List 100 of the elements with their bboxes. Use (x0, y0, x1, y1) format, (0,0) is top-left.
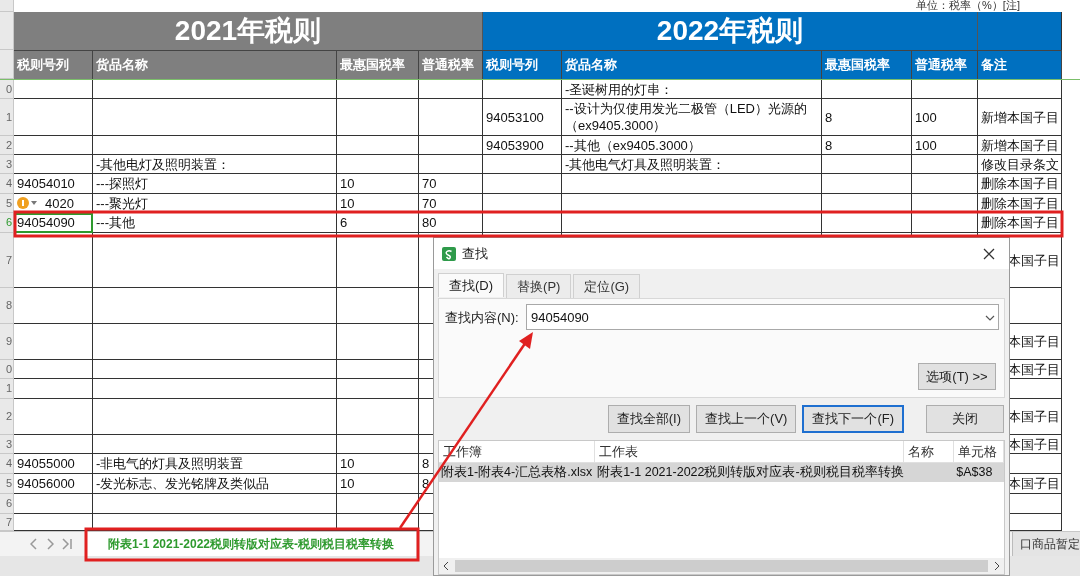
table-cell: 94054010 (14, 174, 93, 194)
scroll-right-icon[interactable] (994, 561, 1000, 571)
table-cell: -其他电灯及照明装置： (93, 155, 337, 174)
column-header: 备注 (978, 50, 1062, 79)
column-header: 普通税率 (419, 50, 483, 79)
dialog-button[interactable]: 关闭 (926, 405, 1004, 433)
row-header[interactable]: 3 (0, 435, 14, 454)
row-header[interactable]: 1 (0, 379, 14, 399)
table-cell: 新增本国子目 (978, 99, 1062, 136)
caret-icon[interactable] (31, 201, 37, 205)
column-header: 税则号列 (483, 50, 562, 79)
dialog-tab[interactable]: 定位(G) (573, 274, 641, 298)
table-cell: 100 (912, 99, 978, 136)
table-cell: 6 (337, 213, 419, 233)
table-cell: 70 (419, 174, 483, 194)
table-cell: -发光标志、发光铭牌及类似品 (93, 474, 337, 494)
row-header[interactable] (0, 12, 14, 50)
column-header: 最惠国税率 (822, 50, 912, 79)
row-header[interactable]: 7 (0, 233, 14, 288)
list-header[interactable]: 名称 (904, 441, 955, 462)
table-cell: 8 (822, 136, 912, 155)
dropdown-icon[interactable] (985, 315, 995, 321)
table-cell: 94053900 (483, 136, 562, 155)
table-cell: 删除本国子目 (978, 174, 1062, 194)
table-cell: 10 (337, 174, 419, 194)
row-header[interactable]: 0 (0, 360, 14, 379)
table-cell (912, 155, 978, 174)
section-title: 2022年税则 (483, 12, 978, 50)
dialog-button[interactable]: 查找上一个(V) (696, 405, 797, 433)
table-cell: 10 (337, 194, 419, 213)
table-cell: 94056000 (14, 474, 93, 494)
list-header[interactable]: 工作表 (595, 441, 905, 462)
result-row[interactable]: 附表1-附表4-汇总表格.xlsx 附表1-1 2021-2022税则转版对应表-税则税目税率转换 $A$38 (439, 463, 1004, 482)
table-cell: 新增本国子目 (978, 136, 1062, 155)
row-header[interactable]: 6 (0, 213, 14, 233)
table-cell (912, 174, 978, 194)
table-cell: ---聚光灯 (93, 194, 337, 213)
column-header: 税则号列 (14, 50, 93, 79)
table-cell (912, 213, 978, 233)
row-header[interactable]: 2 (0, 399, 14, 435)
table-cell: 80 (419, 213, 483, 233)
row-header[interactable]: 9 (0, 324, 14, 360)
previous-sheet-icon[interactable] (30, 538, 38, 550)
table-cell: -圣诞树用的灯串： (562, 80, 822, 99)
row-header[interactable]: 1 (0, 99, 14, 136)
table-cell: ---探照灯 (93, 174, 337, 194)
row-header[interactable] (0, 0, 14, 12)
app-icon (442, 246, 456, 261)
row-header[interactable]: 2 (0, 136, 14, 155)
table-cell: 10 (337, 454, 419, 474)
close-icon[interactable] (983, 247, 995, 260)
list-cell-text: 附表1-1 2021-2022税则转版对应表-税则税目税率转换 (597, 464, 904, 482)
dialog-tab[interactable]: 替换(P) (506, 274, 572, 298)
table-cell (912, 80, 978, 99)
sheet-tab[interactable]: 附表1-1 2021-2022税则转版对应表-税则税目税率转换 (86, 532, 416, 556)
dialog-tab[interactable]: 查找(D) (438, 273, 505, 297)
column-header: 最惠国税率 (337, 50, 419, 79)
row-header[interactable]: 4 (0, 174, 14, 194)
table-cell: 94053100 (483, 99, 562, 136)
dialog-button[interactable]: 查找全部(I) (607, 405, 691, 433)
table-cell: 修改目录条文 (978, 155, 1062, 174)
table-cell: 8 (822, 99, 912, 136)
row-header[interactable]: 5 (0, 194, 14, 213)
scrollbar-thumb[interactable] (455, 560, 988, 572)
table-cell: 10 (337, 474, 419, 494)
dialog-title: 查找 (462, 244, 488, 263)
next-sheet-icon[interactable] (46, 538, 54, 550)
last-sheet-icon[interactable] (62, 538, 72, 550)
table-cell: --设计为仅使用发光二极管（LED）光源的（ex9405.3000） (562, 99, 822, 136)
row-header[interactable]: 4 (0, 454, 14, 474)
table-cell: 100 (912, 136, 978, 155)
column-header: 普通税率 (912, 50, 978, 79)
table-cell: 删除本国子目 (978, 194, 1062, 213)
row-header[interactable]: 6 (0, 494, 14, 514)
row-header[interactable]: 7 (0, 514, 14, 531)
section-title: 2021年税则 (14, 12, 483, 50)
search-field[interactable]: 94054090 (526, 304, 999, 330)
row-header[interactable]: 3 (0, 155, 14, 174)
row-header[interactable]: 8 (0, 288, 14, 324)
row-header[interactable] (0, 50, 14, 79)
field-label: 查找内容(N): (445, 309, 519, 327)
list-header[interactable]: 单元格 (954, 441, 1004, 462)
warning-icon[interactable] (17, 197, 29, 209)
options-button[interactable]: 选项(T) >> (918, 363, 996, 390)
table-cell: 94054090 (14, 213, 93, 233)
column-header: 货品名称 (562, 50, 822, 79)
table-cell: 删除本国子目 (978, 213, 1062, 233)
row-header[interactable]: 5 (0, 474, 14, 494)
table-cell: 4020 (45, 194, 74, 212)
table-cell (419, 155, 483, 174)
unit-note: 单位：税率（%）[注] (916, 0, 1020, 12)
table-cell: 70 (419, 194, 483, 213)
table-cell: -其他电气灯具及照明装置： (562, 155, 822, 174)
dialog-button[interactable]: 查找下一个(F) (802, 405, 904, 433)
table-cell (419, 80, 483, 99)
table-cell (419, 136, 483, 155)
scroll-left-icon[interactable] (443, 561, 449, 571)
sheet-tab[interactable]: 口商品暂定 (1012, 532, 1080, 556)
column-header: 货品名称 (93, 50, 337, 79)
row-header[interactable]: 0 (0, 80, 14, 99)
